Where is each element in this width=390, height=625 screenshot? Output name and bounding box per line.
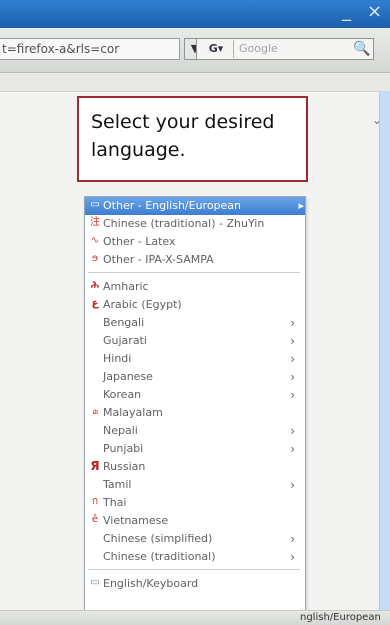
vietnamese-icon: ê bbox=[91, 514, 99, 525]
submenu-arrow-icon: › bbox=[290, 334, 295, 348]
submenu-arrow-icon: ▸ bbox=[298, 199, 304, 212]
menu-item-malayalam[interactable]: മ Malayalam bbox=[85, 404, 305, 422]
menu-item-vietnamese[interactable]: ê Vietnamese bbox=[85, 512, 305, 530]
menu-item-other-english-european[interactable]: ▭ Other - English/European ▸ bbox=[85, 197, 305, 215]
chinese-icon: 注 bbox=[90, 217, 100, 228]
menu-item-label: Other - IPA-X-SAMPA bbox=[103, 253, 214, 266]
menu-item-chinese-traditional-zhuyin[interactable]: 注 Chinese (traditional) - ZhuYin bbox=[85, 215, 305, 233]
status-bar: nglish/European bbox=[0, 610, 390, 625]
submenu-arrow-icon: › bbox=[290, 424, 295, 438]
keyboard-icon: ▭ bbox=[90, 199, 100, 210]
menu-item-label: Bengali bbox=[103, 316, 145, 329]
russian-icon: Я bbox=[90, 459, 100, 473]
menu-item-label: Chinese (traditional) bbox=[103, 550, 216, 563]
menu-item-label: Chinese (simplified) bbox=[103, 532, 213, 545]
amharic-icon: ሕ bbox=[90, 280, 100, 291]
submenu-arrow-icon: › bbox=[290, 370, 295, 384]
menu-item-thai[interactable]: ก Thai bbox=[85, 494, 305, 512]
content-header-strip bbox=[0, 73, 390, 92]
menu-item-label: Korean bbox=[103, 388, 142, 401]
menu-item-chinese-traditional[interactable]: Chinese (traditional) › bbox=[85, 548, 305, 566]
menu-item-japanese[interactable]: Japanese › bbox=[85, 368, 305, 386]
menu-item-other-ipa-x-sampa[interactable]: ɘ Other - IPA-X-SAMPA bbox=[85, 251, 305, 269]
menu-item-tamil[interactable]: Tamil › bbox=[85, 476, 305, 494]
menu-item-label: Other - English/European bbox=[103, 199, 242, 212]
submenu-arrow-icon: › bbox=[290, 352, 295, 366]
instruction-text: Select your desired language. bbox=[91, 111, 275, 161]
menu-item-punjabi[interactable]: Punjabi › bbox=[85, 440, 305, 458]
submenu-arrow-icon: › bbox=[290, 442, 295, 456]
search-icon[interactable]: 🔍 bbox=[353, 40, 370, 58]
menu-item-label: Hindi bbox=[103, 352, 132, 365]
submenu-arrow-icon: › bbox=[290, 532, 295, 546]
menu-item-korean[interactable]: Korean › bbox=[85, 386, 305, 404]
menu-item-russian[interactable]: Я Russian bbox=[85, 458, 305, 476]
language-menu: ▭ Other - English/European ▸ 注 Chinese (… bbox=[84, 196, 306, 615]
thai-icon: ก bbox=[91, 496, 99, 507]
menu-separator bbox=[88, 272, 300, 273]
menu-item-other-latex[interactable]: ∿ Other - Latex bbox=[85, 233, 305, 251]
menu-item-label: Amharic bbox=[103, 280, 149, 293]
menu-item-label: Punjabi bbox=[103, 442, 144, 455]
menu-item-bengali[interactable]: Bengali › bbox=[85, 314, 305, 332]
menu-item-label: Vietnamese bbox=[103, 514, 169, 527]
menu-item-nepali[interactable]: Nepali › bbox=[85, 422, 305, 440]
menu-item-english-keyboard[interactable]: ▭ English/Keyboard bbox=[85, 575, 305, 593]
menu-item-arabic-egypt[interactable]: ع Arabic (Egypt) bbox=[85, 296, 305, 314]
menu-separator bbox=[88, 569, 300, 570]
submenu-arrow-icon: › bbox=[290, 550, 295, 564]
vertical-scrollbar[interactable] bbox=[379, 91, 390, 624]
submenu-arrow-icon: › bbox=[290, 316, 295, 330]
menu-item-label: Russian bbox=[103, 460, 146, 473]
window-titlebar: _ × bbox=[0, 0, 390, 28]
search-box[interactable]: G▾ Google 🔍 bbox=[196, 38, 374, 60]
menu-item-label: English/Keyboard bbox=[103, 577, 199, 590]
latex-icon: ∿ bbox=[90, 235, 100, 246]
menu-item-amharic[interactable]: ሕ Amharic bbox=[85, 278, 305, 296]
menu-item-label: Arabic (Egypt) bbox=[103, 298, 182, 311]
instruction-callout: Select your desired language. bbox=[77, 96, 308, 182]
menu-item-hindi[interactable]: Hindi › bbox=[85, 350, 305, 368]
menu-item-label: Nepali bbox=[103, 424, 138, 437]
url-input[interactable]: t=firefox-a&rls=cor bbox=[0, 38, 180, 60]
submenu-arrow-icon: › bbox=[290, 388, 295, 402]
keyboard-layout-label[interactable]: nglish/European bbox=[300, 611, 390, 625]
menu-item-gujarati[interactable]: Gujarati › bbox=[85, 332, 305, 350]
menu-item-label: Other - Latex bbox=[103, 235, 176, 248]
menu-item-label: Japanese bbox=[103, 370, 153, 383]
arabic-icon: ع bbox=[91, 298, 99, 309]
search-engine-button[interactable]: G▾ bbox=[199, 40, 234, 58]
search-input[interactable]: Google bbox=[239, 39, 364, 59]
menu-item-label: Chinese (traditional) - ZhuYin bbox=[103, 217, 265, 230]
submenu-arrow-icon: › bbox=[290, 478, 295, 492]
close-icon[interactable]: × bbox=[367, 3, 382, 21]
menu-item-label: Thai bbox=[103, 496, 127, 509]
menu-item-label: Tamil bbox=[103, 478, 132, 491]
ipa-icon: ɘ bbox=[91, 253, 99, 264]
browser-toolbar: t=firefox-a&rls=cor ▼ G▾ Google 🔍 bbox=[0, 28, 390, 73]
minimize-icon[interactable]: _ bbox=[342, 3, 351, 21]
menu-item-label: Malayalam bbox=[103, 406, 163, 419]
menu-item-label: Gujarati bbox=[103, 334, 147, 347]
malayalam-icon: മ bbox=[92, 407, 98, 416]
menu-item-chinese-simplified[interactable]: Chinese (simplified) › bbox=[85, 530, 305, 548]
keyboard-icon: ▭ bbox=[90, 577, 100, 588]
